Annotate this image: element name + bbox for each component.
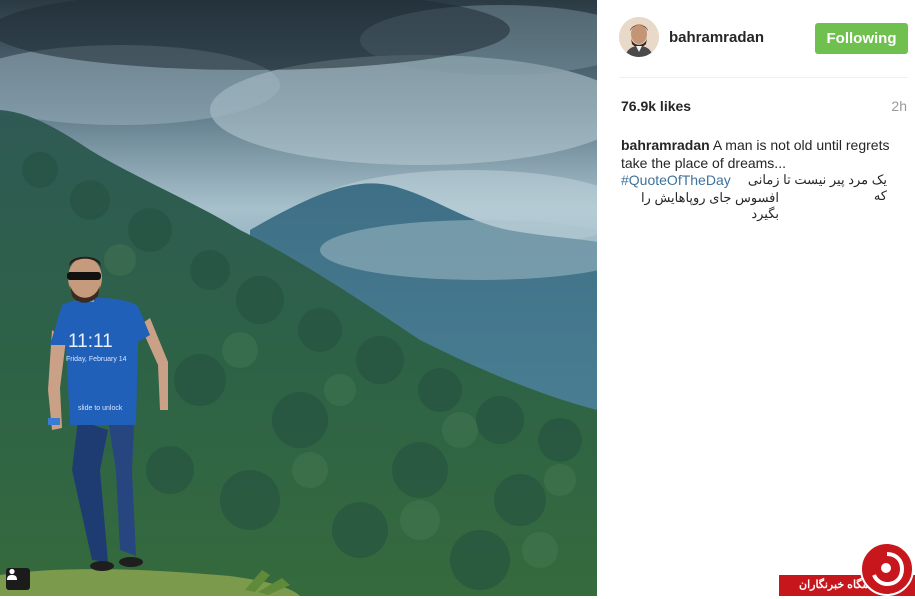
divider — [619, 77, 908, 78]
person-icon[interactable] — [6, 568, 30, 590]
post-photo[interactable]: 11:11 Friday, February 14 slide to unloc… — [0, 0, 597, 596]
post-details-panel: bahramradan Following 76.9k likes 2h bah… — [597, 0, 915, 596]
post-header: bahramradan Following — [597, 0, 915, 78]
caption: bahramradan A man is not old until regre… — [621, 136, 891, 172]
landscape-image: 11:11 Friday, February 14 slide to unloc… — [0, 0, 597, 596]
likes-count[interactable]: 76.9k likes — [621, 98, 691, 114]
avatar[interactable] — [619, 17, 659, 57]
shirt-time: 11:11 — [68, 331, 113, 352]
following-button[interactable]: Following — [815, 23, 908, 54]
shirt-slide-text: slide to unlock — [78, 405, 123, 412]
caption-username[interactable]: bahramradan — [621, 137, 710, 153]
username-link[interactable]: bahramradan — [669, 29, 764, 46]
post-time[interactable]: 2h — [891, 98, 907, 114]
hashtag-link[interactable]: #QuoteOfTheDay — [621, 172, 731, 188]
shirt-date: Friday, February 14 — [66, 356, 127, 363]
persian-caption-line2: افسوس جای روپاهایش را بگیرد — [640, 190, 779, 221]
news-logo-icon — [860, 542, 914, 596]
